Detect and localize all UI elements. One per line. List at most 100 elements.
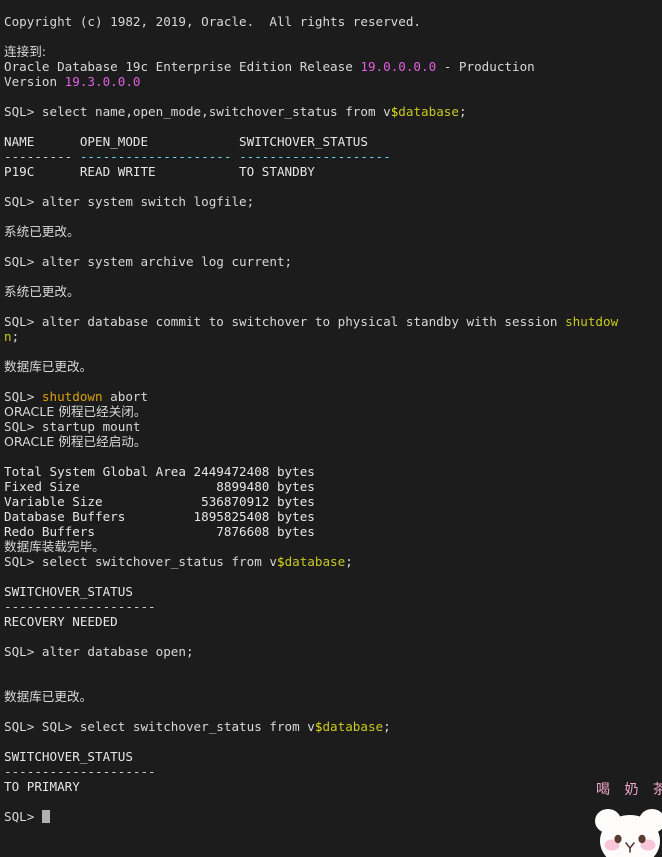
terminal-line-sga-variable: Variable Size 536870912 bytes (4, 494, 618, 509)
text-run: -------------------- (4, 764, 156, 779)
text-run: database (284, 554, 346, 569)
terminal-line-msg-database-mounted: 数据库装载完毕。 (4, 539, 618, 554)
text-run: ORACLE 例程已经关闭。 (4, 404, 147, 419)
text-run: SQL> select name,open_mode,switchover_st… (4, 104, 391, 119)
terminal-line-sga-redo: Redo Buffers 7876608 bytes (4, 524, 618, 539)
terminal-line-blank-4 (4, 179, 618, 194)
terminal-line-sga-buffers: Database Buffers 1895825408 bytes (4, 509, 618, 524)
terminal-line-cmd-archive-log-current: SQL> alter system archive log current; (4, 254, 618, 269)
terminal-line-connected-to: 连接到: (4, 44, 618, 59)
terminal-line-sga-fixed: Fixed Size 8899480 bytes (4, 479, 618, 494)
text-run: -------------------- (239, 149, 391, 164)
text-run: Redo Buffers 7876608 bytes (4, 524, 315, 539)
text-run: 数据库已更改。 (4, 689, 93, 704)
text-run: shutdow (565, 314, 619, 329)
terminal-line-table2-row: RECOVERY NEEDED (4, 614, 618, 629)
terminal-line-banner-edition: Oracle Database 19c Enterprise Edition R… (4, 59, 618, 74)
text-run: n (4, 329, 12, 344)
text-run: SQL> select switchover_status from v (4, 554, 277, 569)
text-run: --------- (4, 149, 80, 164)
text-run: database (322, 719, 384, 734)
terminal-window[interactable]: Copyright (c) 1982, 2019, Oracle. All ri… (0, 0, 662, 857)
text-run: Fixed Size 8899480 bytes (4, 479, 315, 494)
terminal-line-blank-11 (4, 449, 618, 464)
terminal-line-blank-18 (4, 794, 618, 809)
terminal-line-blank-7 (4, 269, 618, 284)
terminal-line-blank-1 (4, 29, 618, 44)
text-run: 系统已更改。 (4, 284, 80, 299)
text-run: RECOVERY NEEDED (4, 614, 118, 629)
terminal-line-table1-header: NAME OPEN_MODE SWITCHOVER_STATUS (4, 134, 618, 149)
terminal-line-table1-rule: --------- -------------------- ---------… (4, 149, 618, 164)
terminal-line-blank-5 (4, 209, 618, 224)
text-run: SWITCHOVER_STATUS (4, 584, 133, 599)
text-run: NAME OPEN_MODE SWITCHOVER_STATUS (4, 134, 368, 149)
text-run: Total System Global Area 2449472408 byte… (4, 464, 315, 479)
terminal-line-msg-instance-shutdown: ORACLE 例程已经关闭。 (4, 404, 618, 419)
text-run: ; (383, 719, 391, 734)
terminal-line-blank-14 (4, 659, 618, 674)
terminal-line-cmd-switch-logfile: SQL> alter system switch logfile; (4, 194, 618, 209)
terminal-line-blank-13 (4, 629, 618, 644)
text-run: Database Buffers 1895825408 bytes (4, 509, 315, 524)
terminal-line-blank-8 (4, 299, 618, 314)
text-run: SWITCHOVER_STATUS (4, 749, 133, 764)
terminal-line-blank-9 (4, 344, 618, 359)
text-run: shutdown (41, 389, 103, 404)
text-run: SQL> (4, 389, 42, 404)
terminal-line-prompt-current: SQL> (4, 809, 618, 824)
terminal-line-msg-instance-started: ORACLE 例程已经启动。 (4, 434, 618, 449)
terminal-line-copyright: Copyright (c) 1982, 2019, Oracle. All ri… (4, 14, 618, 29)
terminal-line-msg-system-altered-2: 系统已更改。 (4, 284, 618, 299)
terminal-line-blank-2 (4, 89, 618, 104)
terminal-line-table2-rule: -------------------- (4, 599, 618, 614)
text-run: 系统已更改。 (4, 224, 80, 239)
terminal-line-cmd-select-switchover-1: SQL> select switchover_status from v$dat… (4, 554, 618, 569)
terminal-line-table3-header: SWITCHOVER_STATUS (4, 749, 618, 764)
terminal-line-msg-database-altered-1: 数据库已更改。 (4, 359, 618, 374)
text-run: P19C READ WRITE TO STANDBY (4, 164, 315, 179)
terminal-line-cmd-startup-mount: SQL> startup mount (4, 419, 618, 434)
text-run: 数据库装载完毕。 (4, 539, 105, 554)
text-run: Oracle Database 19c Enterprise Edition R… (4, 59, 361, 74)
text-run: TO PRIMARY (4, 779, 80, 794)
text-run: 19.0.0.0.0 (360, 59, 437, 74)
terminal-line-blank-12 (4, 569, 618, 584)
text-run: 数据库已更改。 (4, 359, 93, 374)
terminal-line-banner-version: Version 19.3.0.0.0 (4, 74, 618, 89)
terminal-line-table2-header: SWITCHOVER_STATUS (4, 584, 618, 599)
terminal-screen-buffer[interactable]: Copyright (c) 1982, 2019, Oracle. All ri… (4, 14, 618, 824)
text-run: SQL> alter database open; (4, 644, 194, 659)
terminal-line-cmd-commit-switchover-b: n; (4, 329, 618, 344)
text-run: SQL> alter system archive log current; (4, 254, 293, 269)
terminal-line-blank-16 (4, 704, 618, 719)
text-run: Version (4, 74, 65, 89)
terminal-line-cmd-select-database: SQL> select name,open_mode,switchover_st… (4, 104, 618, 119)
terminal-line-cmd-commit-switchover-a: SQL> alter database commit to switchover… (4, 314, 618, 329)
terminal-line-blank-6 (4, 239, 618, 254)
terminal-line-blank-3 (4, 119, 618, 134)
text-cursor[interactable] (41, 810, 50, 823)
text-run: ; (345, 554, 353, 569)
text-run: -------------------- (79, 149, 240, 164)
terminal-line-blank-15 (4, 674, 618, 689)
text-run: $ (276, 554, 285, 569)
terminal-line-cmd-select-switchover-2: SQL> SQL> select switchover_status from … (4, 719, 618, 734)
text-run: ; (458, 104, 467, 119)
terminal-line-blank-10 (4, 374, 618, 389)
text-run: SQL> SQL> select switchover_status from … (4, 719, 315, 734)
text-run: database (398, 104, 459, 119)
text-run: SQL> startup mount (4, 419, 141, 434)
terminal-line-table3-row: TO PRIMARY (4, 779, 618, 794)
text-run: ORACLE 例程已经启动。 (4, 434, 147, 449)
text-run: SQL> (4, 809, 42, 824)
terminal-line-msg-database-altered-2: 数据库已更改。 (4, 689, 618, 704)
terminal-line-cmd-shutdown-abort: SQL> shutdown abort (4, 389, 618, 404)
text-run: Variable Size 536870912 bytes (4, 494, 315, 509)
terminal-line-sga-total: Total System Global Area 2449472408 byte… (4, 464, 618, 479)
text-run: 连接到: (4, 44, 47, 59)
text-run: abort (102, 389, 149, 404)
text-run: Copyright (c) 1982, 2019, Oracle. All ri… (4, 14, 422, 29)
terminal-line-table1-row: P19C READ WRITE TO STANDBY (4, 164, 618, 179)
terminal-line-msg-system-altered-1: 系统已更改。 (4, 224, 618, 239)
